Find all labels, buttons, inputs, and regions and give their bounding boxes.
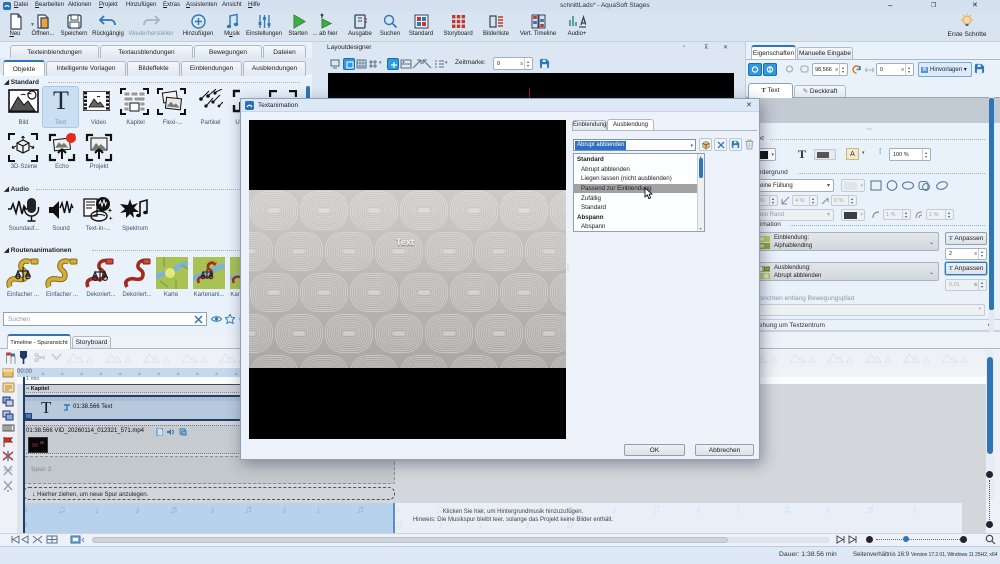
svg-text:1/2: 1/2 [763, 267, 770, 273]
